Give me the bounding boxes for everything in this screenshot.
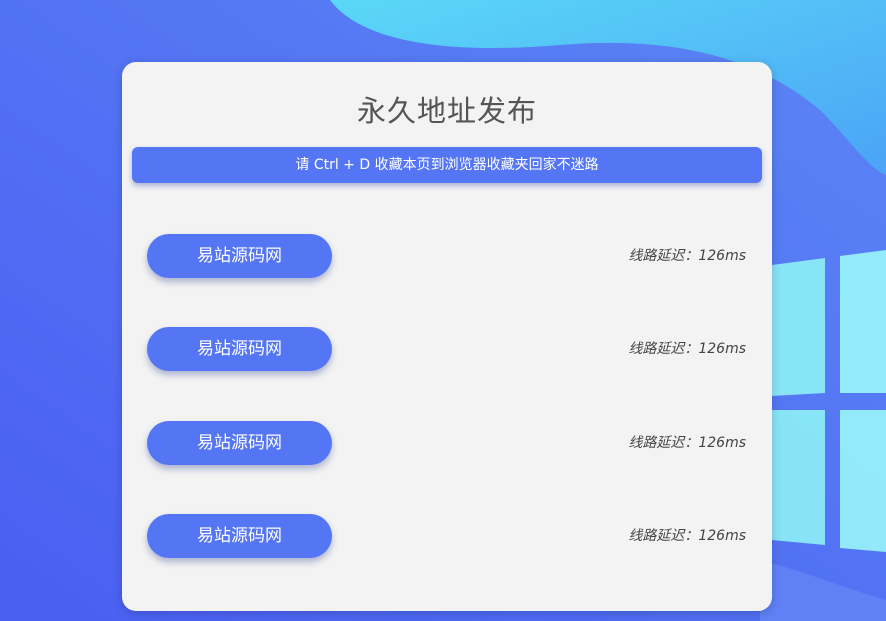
- site-link-button[interactable]: 易站源码网: [147, 514, 332, 558]
- latency-label: 线路延迟：126ms: [628, 341, 746, 357]
- page-title: 永久地址发布: [356, 94, 537, 128]
- site-link-button[interactable]: 易站源码网: [147, 327, 332, 371]
- line-row: 易站源码网 线路延迟：126ms: [122, 327, 772, 371]
- site-link-button[interactable]: 易站源码网: [147, 421, 332, 465]
- bookmark-notice: 请 Ctrl + D 收藏本页到浏览器收藏夹回家不迷路: [132, 147, 762, 183]
- line-row: 易站源码网 线路延迟：126ms: [122, 421, 772, 465]
- address-card: 永久地址发布 请 Ctrl + D 收藏本页到浏览器收藏夹回家不迷路 易站源码网…: [122, 62, 772, 611]
- latency-label: 线路延迟：126ms: [628, 435, 746, 451]
- latency-label: 线路延迟：126ms: [628, 528, 746, 544]
- site-link-button[interactable]: 易站源码网: [147, 234, 332, 278]
- line-row: 易站源码网 线路延迟：126ms: [122, 234, 772, 278]
- latency-label: 线路延迟：126ms: [628, 248, 746, 264]
- line-row: 易站源码网 线路延迟：126ms: [122, 514, 772, 558]
